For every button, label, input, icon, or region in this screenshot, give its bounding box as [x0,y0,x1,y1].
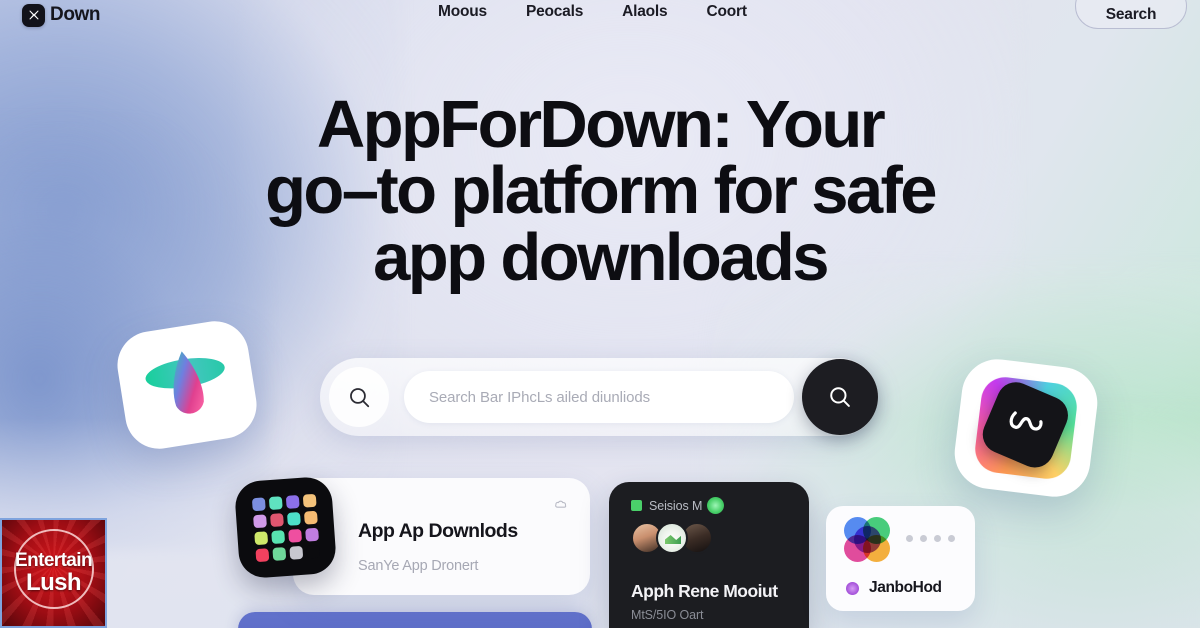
card-app-downloads[interactable]: App Ap Downlods SanYe App Dronert [233,475,590,595]
search-icon [830,387,850,407]
search-input-placeholder: Search Bar IPhcLs ailed diunliods [429,388,650,406]
search-submit-button[interactable] [802,359,878,435]
headline-line-2: go–to platform for safe [265,153,937,229]
squiggle-app-icon [950,355,1102,501]
watermark-entertain-lush: Entertain Lush [0,518,107,628]
x-logo-icon [22,3,45,27]
hero-search-bar: Search Bar IPhcLs ailed diunliods [320,358,878,436]
card-sessions-title: Apph Rene Mooiut [631,581,778,601]
card-janbohod-label: JanboHod [869,579,942,596]
dot [920,535,927,542]
header-search-button[interactable]: Search [1075,0,1187,29]
watermark-line-1: Entertain [15,550,93,571]
card-app-downloads-subtitle: SanYe App Dronert [358,558,479,574]
nav-item-moous[interactable]: Moous [430,3,495,21]
grid-dot [288,545,303,560]
search-input[interactable]: Search Bar IPhcLs ailed diunliods [404,371,794,423]
card-janbohod-dots [906,535,955,542]
cloud-icon [554,497,568,511]
card-sessions-subtitle: MtS/5IO Oart [631,608,704,622]
search-icon-left [329,367,389,427]
headline-line-3: app downloads [373,219,829,295]
header-search-button-label: Search [1105,6,1157,23]
app-grid-icon [233,475,338,580]
grid-dot [253,530,268,545]
main-nav: Moous Peocals Alaols Coort [430,0,755,24]
squiggle-icon-inner [972,374,1080,482]
card-janbohod-row: JanboHod [846,579,942,597]
grid-dot [271,546,286,561]
card-blue-peek[interactable] [238,612,592,628]
nav-item-alaols[interactable]: Alaols [614,3,675,21]
grid-dot [305,544,320,559]
color-blobs-icon [844,517,892,563]
grid-dot [269,512,284,527]
grid-dot [286,511,301,526]
green-square-icon [631,500,642,511]
dot [948,535,955,542]
card-sessions-badge-label: Seisios M [649,498,703,513]
nav-item-peocals[interactable]: Peocals [518,3,591,21]
grid-dot [254,547,269,562]
grid-dot [303,510,318,525]
grid-dot [285,494,300,509]
card-sessions-header: Seisios M [631,497,725,514]
card-janbohod[interactable]: JanboHod [826,506,975,611]
squiggle-glyph-icon [1009,411,1043,431]
nav-item-coort[interactable]: Coort [698,3,754,21]
grid-dot [304,527,319,542]
app-grid-dots [251,493,320,562]
star-glyph-icon [139,343,235,428]
card-sessions-avatars [631,522,713,554]
site-header: Down Moous Peocals Alaols Coort Search [0,0,1200,30]
flower-icon [846,581,859,595]
dot [906,535,913,542]
grid-dot [268,495,283,510]
grid-dot [270,529,285,544]
blob [854,526,881,553]
card-app-downloads-title: App Ap Downlods [358,520,518,542]
grid-dot [287,528,302,543]
grid-dot [251,496,266,511]
star-app-icon [112,316,262,454]
grid-dot [252,513,267,528]
brand-name: Down [50,4,101,25]
card-sessions[interactable]: Seisios M Apph Rene Mooiut MtS/5IO Oart [609,482,809,628]
green-dot-icon [707,497,725,514]
brand-logo[interactable]: Down [22,3,101,27]
avatar [656,522,688,554]
grid-dot [302,493,317,508]
watermark-text: Entertain Lush [15,550,93,596]
headline-line-1: AppForDown: Your [316,87,886,162]
watermark-line-2: Lush [26,569,82,596]
page-title: AppForDown: Your go–to platform for safe… [0,87,1200,295]
dot [934,535,941,542]
